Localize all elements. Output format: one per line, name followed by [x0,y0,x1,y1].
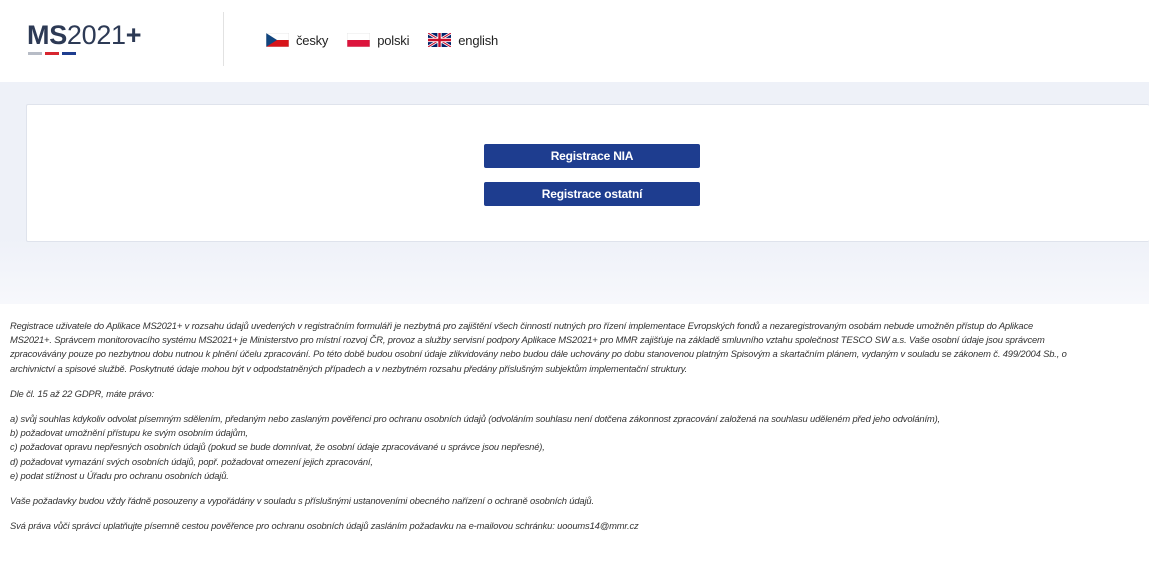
rights-item: c) požadovat opravu nepřesných osobních … [10,441,545,453]
requests-note: Vaše požadavky budou vždy řádně posouzen… [10,495,594,507]
logo-bar-red [45,52,59,55]
rights-intro: Dle čl. 15 až 22 GDPR, máte právo: [10,387,154,399]
header-divider [223,12,224,66]
header: MS2021+ česky polski english [0,0,1149,78]
lang-english-label: english [458,32,499,48]
lang-czech[interactable]: česky [266,33,328,48]
registration-panel [26,104,1149,242]
logo-bar-blue [62,52,76,55]
flag-uk-icon [428,33,452,47]
info-paragraph-line: Registrace uživatele do Aplikace MS2021+… [10,320,1034,331]
logo-color-bars [28,52,88,56]
logo-text-plus: + [125,20,142,50]
logo-text-year: 2021 [66,20,126,50]
info-paragraph-line: archivnictví a spisové službě. Poskytnut… [10,362,688,374]
info-paragraph-line: zpracovávány pouze po nezbytnou dobu nut… [10,348,1067,360]
language-switcher: česky polski english [266,30,517,50]
contact-note: Svá práva vůči správci uplatňujte písemn… [10,520,639,532]
rights-item: d) požadovat vymazání svých osobních úda… [10,455,373,467]
lang-english[interactable]: english [428,33,498,48]
info-paragraph-line: MS2021+. Správcem monitorovacího systému… [10,334,1045,346]
flag-cz-icon [266,33,289,47]
gdpr-info: Registrace uživatele do Aplikace MS2021+… [10,319,1149,533]
rights-item: b) požadovat umožnění přístupu ke svým o… [10,427,248,439]
logo-text: MS2021+ [27,20,142,50]
ms2021-logo[interactable]: MS2021+ [27,20,197,62]
lang-czech-label: česky [296,32,329,48]
logo-bar-grey [28,52,42,55]
flag-pl-icon [347,33,371,47]
lang-polish[interactable]: polski [347,33,409,48]
registrace-nia-button[interactable]: Registrace NIA [484,144,700,168]
registrace-ostatni-button[interactable]: Registrace ostatní [484,182,700,206]
lang-polish-label: polski [377,32,410,48]
rights-item: e) podat stížnost u Úřadu pro ochranu os… [10,469,229,481]
logo-text-ms: MS [27,20,67,50]
rights-item: a) svůj souhlas kdykoliv odvolat písemný… [10,413,941,425]
